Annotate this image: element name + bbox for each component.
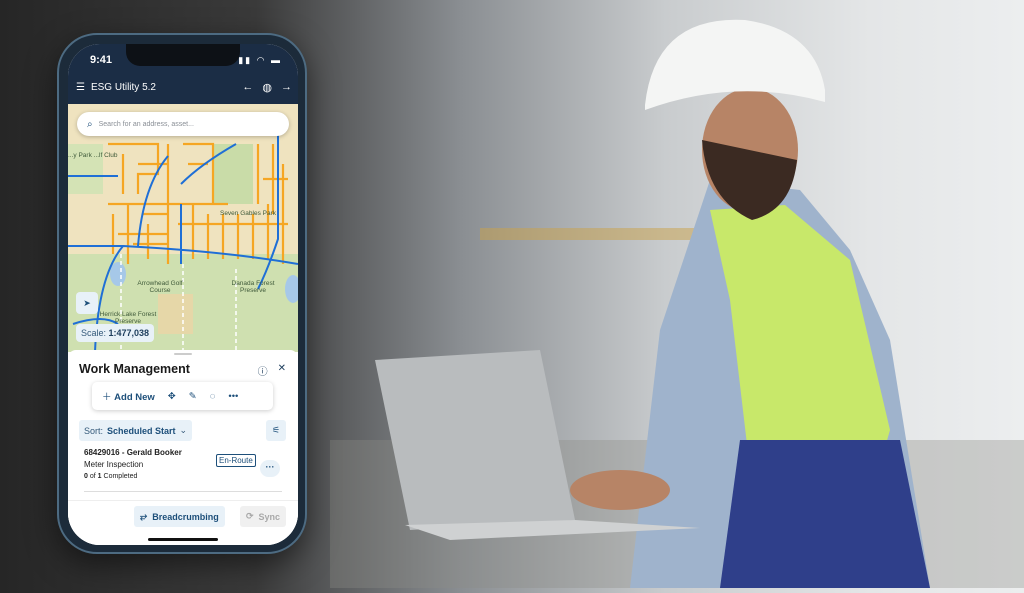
status-time: 9:41 xyxy=(90,54,113,66)
globe-icon[interactable]: ◍ xyxy=(262,81,272,94)
search-placeholder: Search for an address, asset... xyxy=(98,120,194,128)
drag-handle[interactable] xyxy=(174,353,192,355)
phone-mockup: 9:41 ▮▮ ◠ ▬ ☰ ESG Utility 5.2 ← ◍ → ...y… xyxy=(57,33,307,554)
breadcrumbing-label: Breadcrumbing xyxy=(152,511,219,522)
map-label: Herrick Lake Forest Preserve xyxy=(99,311,157,325)
menu-icon[interactable]: ☰ xyxy=(76,82,85,93)
panel-footer: ⥂ Breadcrumbing ⟳ Sync xyxy=(68,500,298,545)
map-label: Danada Forest Preserve xyxy=(231,280,275,294)
map-label: Arrowhead Golf Course xyxy=(137,280,183,294)
map-view[interactable]: ...y Park ...lf Club Seven Gables Park A… xyxy=(68,104,298,353)
back-arrow-icon[interactable]: ← xyxy=(242,81,253,94)
phone-notch xyxy=(126,44,240,66)
more-icon[interactable]: ••• xyxy=(228,391,238,402)
scale-value: 1:477,038 xyxy=(108,328,150,338)
map-label: Seven Gables Park xyxy=(219,210,276,217)
completed-count: 0 xyxy=(84,473,88,480)
total-count: 1 xyxy=(97,473,102,480)
breadcrumbing-button[interactable]: ⥂ Breadcrumbing xyxy=(134,506,225,527)
locate-button[interactable]: ➤ xyxy=(76,292,98,314)
filter-button[interactable]: ⚟ xyxy=(266,420,286,441)
chevron-down-icon: ⌄ xyxy=(179,425,188,435)
work-order-type: Meter Inspection xyxy=(84,460,144,469)
work-order-more-button[interactable]: ··· xyxy=(260,460,280,477)
info-icon[interactable]: ⓘ xyxy=(258,363,268,378)
add-new-label: Add New xyxy=(114,392,155,403)
completed-text: Completed xyxy=(103,473,138,480)
search-input[interactable]: ⌕ Search for an address, asset... xyxy=(77,112,289,136)
panel-toolbar: ＋ Add New ✥ ✎ ◌ ••• xyxy=(92,382,273,410)
panel-title: Work Management xyxy=(79,362,190,376)
home-indicator xyxy=(148,538,218,541)
of-text: of xyxy=(89,473,96,480)
scale-label: Scale: xyxy=(81,328,107,338)
lasso-icon[interactable]: ◌ xyxy=(210,391,216,402)
sync-icon: ⟳ xyxy=(246,511,254,521)
scale-readout: Scale: 1:477,038 xyxy=(76,324,155,342)
work-management-panel: Work Management ⓘ ✕ ＋ Add New ✥ ✎ ◌ ••• S… xyxy=(68,350,298,545)
sync-label: Sync xyxy=(258,511,281,522)
signal-wifi-battery-icon: ▮▮ ◠ ▬ xyxy=(238,55,282,65)
sort-label: Sort: xyxy=(84,425,104,436)
map-label: ...y Park ...lf Club xyxy=(68,152,118,159)
close-icon[interactable]: ✕ xyxy=(278,363,286,378)
plus-icon: ＋ xyxy=(102,392,112,403)
background-photo-field-worker xyxy=(330,0,1024,588)
sort-dropdown[interactable]: Sort: Scheduled Start ⌄ xyxy=(79,420,193,441)
sort-value: Scheduled Start xyxy=(107,425,176,436)
forward-arrow-icon[interactable]: → xyxy=(281,81,292,94)
phone-screen: 9:41 ▮▮ ◠ ▬ ☰ ESG Utility 5.2 ← ◍ → ...y… xyxy=(68,44,298,545)
move-icon[interactable]: ✥ xyxy=(168,391,176,402)
pencil-icon[interactable]: ✎ xyxy=(189,391,197,402)
sync-button[interactable]: ⟳ Sync xyxy=(240,506,287,527)
navigation-arrow-icon: ➤ xyxy=(83,297,91,308)
divider xyxy=(84,491,282,492)
search-icon: ⌕ xyxy=(87,118,93,130)
route-icon: ⥂ xyxy=(140,511,148,521)
work-order-item[interactable]: 68429016 - Gerald Booker Meter Inspectio… xyxy=(84,447,182,483)
add-new-button[interactable]: ＋ Add New xyxy=(102,389,155,403)
app-title: ESG Utility 5.2 xyxy=(90,82,156,93)
work-order-title: 68429016 - Gerald Booker xyxy=(84,448,182,457)
status-badge: En-Route xyxy=(216,454,256,467)
app-header: 9:41 ▮▮ ◠ ▬ ☰ ESG Utility 5.2 ← ◍ → xyxy=(68,44,298,104)
filter-sliders-icon: ⚟ xyxy=(271,425,281,435)
